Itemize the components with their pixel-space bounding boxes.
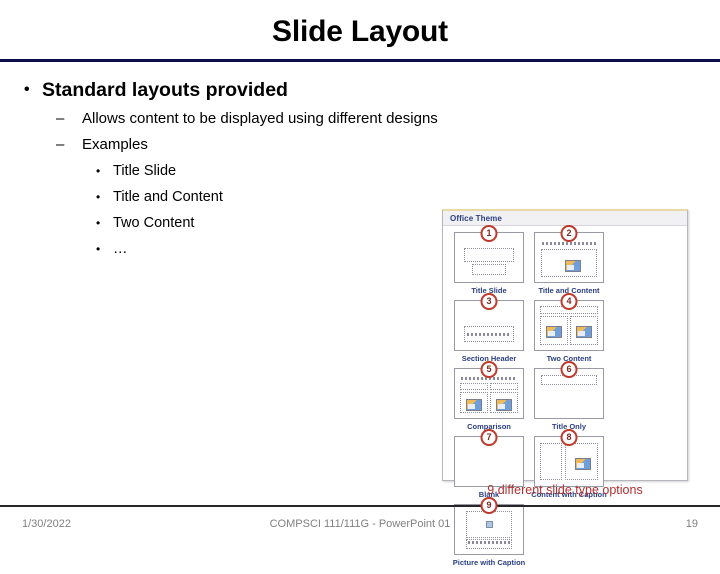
layout-thumb-title-only[interactable]: 6 Title Only — [531, 361, 607, 431]
placeholder-box — [540, 443, 562, 480]
thumbnail-preview: 7 — [454, 429, 524, 487]
thumbnail-preview: 2 — [534, 225, 604, 283]
dash-marker-icon: – — [56, 136, 65, 153]
thumbnail-inner — [538, 236, 600, 279]
thumbnail-inner — [458, 372, 520, 415]
footer-course-label: COMPSCI 111/111G - PowerPoint 01 — [269, 518, 451, 530]
footer-divider — [0, 505, 720, 507]
placeholder-box — [472, 264, 506, 275]
bullet-marker-icon: • — [96, 164, 101, 178]
placeholder-box — [460, 383, 488, 390]
callout-badge: 1 — [480, 225, 498, 242]
thumbnail-label: Picture with Caption — [452, 558, 526, 567]
bullet-level3-text: Title Slide — [113, 163, 177, 179]
callout-badge: 4 — [560, 293, 578, 310]
content-icon — [546, 326, 562, 338]
bullet-marker-icon: • — [96, 242, 101, 256]
bullet-level1-text: Standard layouts provided — [42, 79, 288, 101]
callout-badge: 6 — [560, 361, 578, 378]
bullet-level1: • Standard layouts provided — [0, 76, 470, 104]
bullet-level2: – Examples — [0, 132, 470, 158]
callout-badge: 2 — [560, 225, 578, 242]
slide-body: • Standard layouts provided – Allows con… — [0, 76, 470, 262]
placeholder-box — [466, 539, 512, 549]
thumbnail-preview: 3 — [454, 293, 524, 351]
thumbnail-inner — [458, 236, 520, 279]
bullet-level3-text: … — [113, 241, 128, 257]
gallery-header-label: Office Theme — [450, 213, 502, 223]
title-line — [467, 333, 511, 336]
title-divider — [0, 59, 720, 62]
gallery-header: Office Theme — [443, 211, 687, 226]
bullet-marker-icon: • — [24, 81, 30, 98]
thumbnail-inner — [538, 304, 600, 347]
page-title: Slide Layout — [272, 15, 448, 48]
slide-footer: 1/30/2022 COMPSCI 111/111G - PowerPoint … — [0, 518, 720, 534]
placeholder-box — [464, 248, 514, 262]
thumbnail-preview: 4 — [534, 293, 604, 351]
layout-thumb-title-slide[interactable]: 1 Title Slide — [451, 225, 527, 295]
content-icon — [565, 260, 581, 272]
bullet-level2-text: Examples — [82, 136, 148, 153]
bullet-level2: – Allows content to be displayed using d… — [0, 106, 470, 132]
bullet-level3-text: Title and Content — [113, 189, 223, 205]
bullet-level3: • Title and Content — [0, 184, 470, 210]
callout-badge: 5 — [480, 361, 498, 378]
layout-gallery: Office Theme 1 Title Slide 2 Title and C… — [442, 209, 688, 567]
thumbnail-inner — [458, 440, 520, 483]
thumbnail-preview: 8 — [534, 429, 604, 487]
bullet-level3: • … — [0, 236, 470, 262]
callout-badge: 7 — [480, 429, 498, 446]
callout-badge: 3 — [480, 293, 498, 310]
placeholder-box — [490, 383, 518, 390]
content-icon — [496, 399, 512, 411]
thumbnail-inner — [538, 440, 600, 483]
bullet-level3: • Two Content — [0, 210, 470, 236]
layout-thumb-comparison[interactable]: 5 Comparison — [451, 361, 527, 431]
footer-page-number: 19 — [685, 518, 698, 530]
content-icon — [576, 326, 592, 338]
bullet-level2-text: Allows content to be displayed using dif… — [82, 110, 438, 127]
title-line — [542, 242, 596, 245]
bullet-level3-text: Two Content — [113, 215, 195, 231]
layout-thumb-two-content[interactable]: 4 Two Content — [531, 293, 607, 363]
callout-badge: 9 — [480, 497, 498, 514]
dash-marker-icon: – — [56, 110, 65, 127]
thumbnail-preview: 5 — [454, 361, 524, 419]
content-icon — [466, 399, 482, 411]
thumbnail-preview: 1 — [454, 225, 524, 283]
thumbnail-preview: 6 — [534, 361, 604, 419]
thumbnail-inner — [538, 372, 600, 415]
layout-thumb-picture-with-caption[interactable]: 9 Picture with Caption — [451, 497, 527, 567]
bullet-marker-icon: • — [96, 190, 101, 204]
thumbnail-inner — [458, 304, 520, 347]
layout-thumb-title-and-content[interactable]: 2 Title and Content — [531, 225, 607, 295]
content-icon — [575, 458, 591, 470]
bullet-level3: • Title Slide — [0, 158, 470, 184]
layout-thumb-section-header[interactable]: 3 Section Header — [451, 293, 527, 363]
gallery-annotation: 9 different slide type options — [487, 483, 643, 497]
callout-badge: 8 — [560, 429, 578, 446]
bullet-marker-icon: • — [96, 216, 101, 230]
